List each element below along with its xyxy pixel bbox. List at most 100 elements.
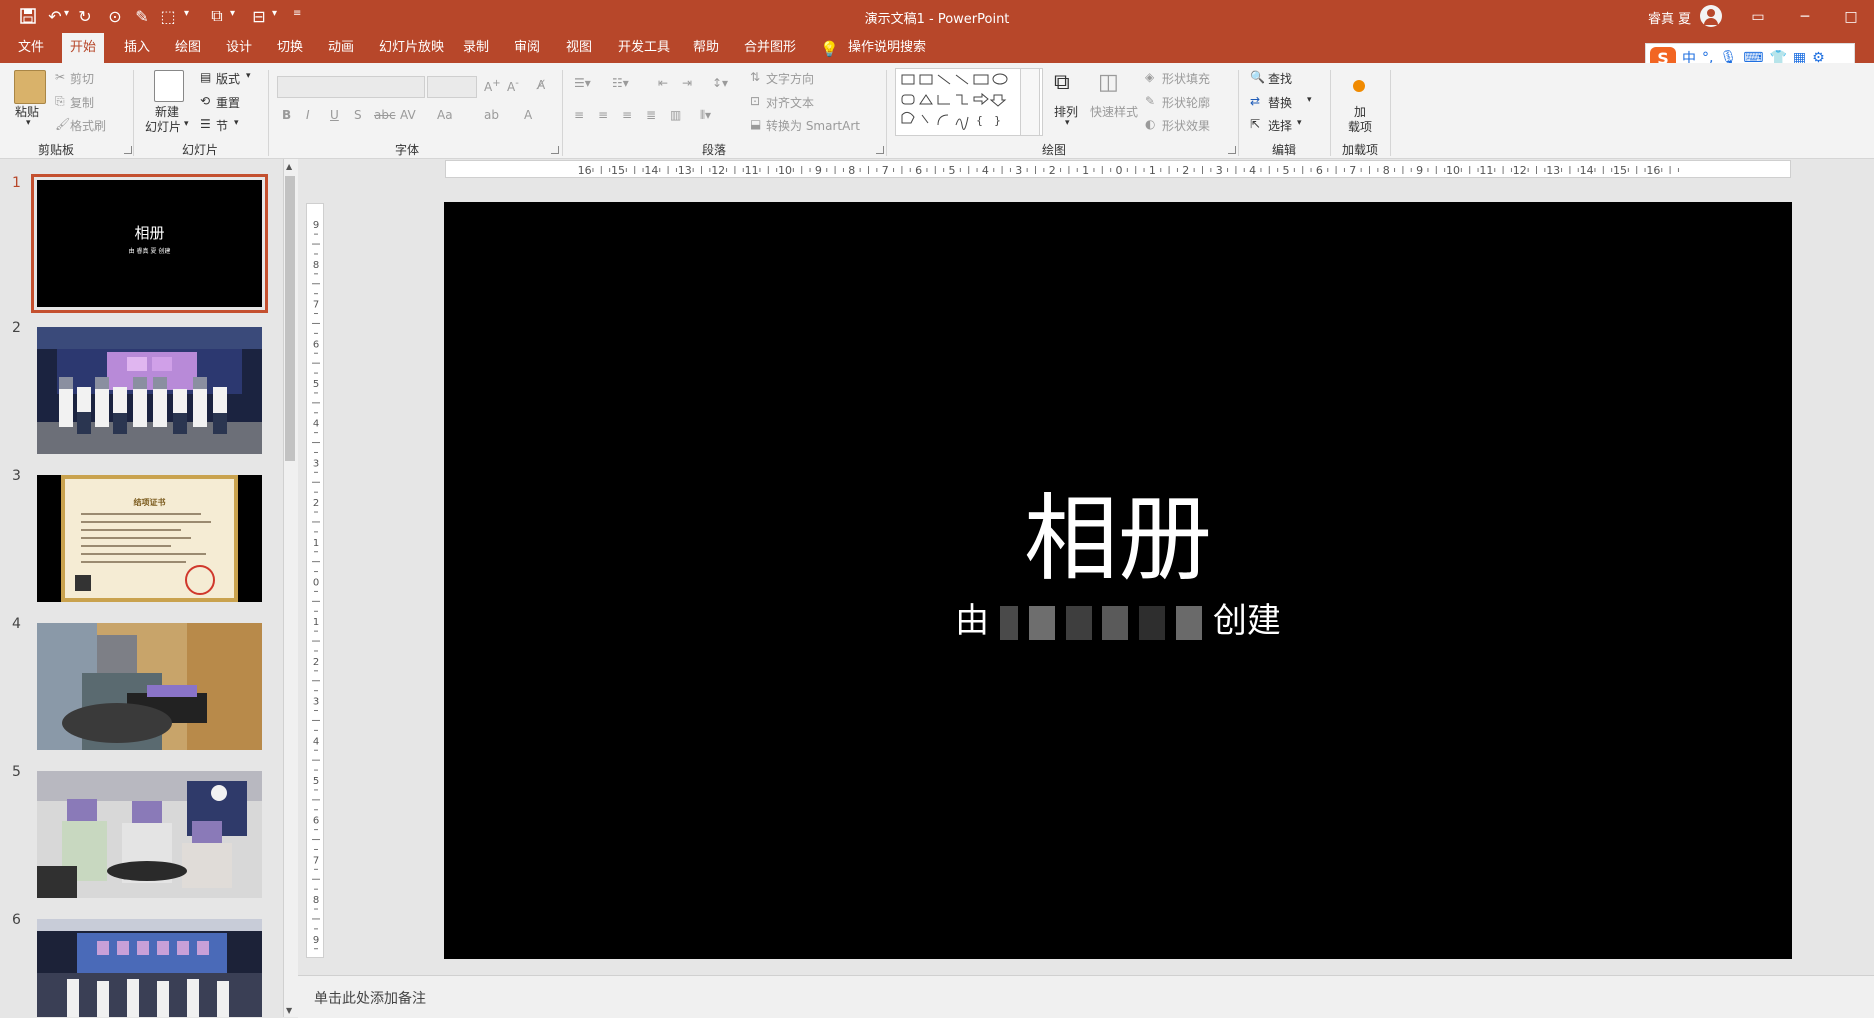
paste-icon[interactable] xyxy=(14,70,46,104)
font-size-input[interactable] xyxy=(427,76,477,98)
tab-file[interactable]: 文件 xyxy=(10,33,52,63)
tab-transitions[interactable]: 切换 xyxy=(269,33,311,63)
group-label-editing: 编辑 xyxy=(1272,143,1297,157)
shapes-more-icon[interactable] xyxy=(1020,68,1040,136)
slide-thumbnail-4[interactable] xyxy=(37,623,262,750)
select-dropdown-icon[interactable]: ▾ xyxy=(1297,118,1302,128)
line-spacing-icon: ↕▾ xyxy=(712,76,729,90)
arrange-icon[interactable]: ⧉ xyxy=(1054,70,1070,95)
tab-developer[interactable]: 开发工具 xyxy=(610,33,678,63)
tab-view[interactable]: 视图 xyxy=(558,33,600,63)
group-separator xyxy=(1238,70,1239,156)
tab-draw[interactable]: 绘图 xyxy=(167,33,209,63)
scrollbar-thumb[interactable] xyxy=(285,176,295,461)
slide-thumbnail-3[interactable]: 结项证书 xyxy=(37,475,262,602)
slide-thumbnail-5[interactable] xyxy=(37,771,262,898)
slide-subtitle-placeholder[interactable]: 由 创建 xyxy=(444,599,1792,643)
ruler-label: 1 xyxy=(313,617,319,628)
ruler-label: 8 xyxy=(848,164,855,177)
addins-label-2[interactable]: 载项 xyxy=(1348,118,1372,135)
slide-thumbnail-2[interactable] xyxy=(37,327,262,454)
notes-pane[interactable]: 单击此处添加备注 xyxy=(298,975,1874,1018)
paste-dropdown-icon[interactable]: ▾ xyxy=(26,118,31,128)
ribbon-display-options-icon[interactable]: ▭ xyxy=(1733,0,1783,33)
font-launcher-icon[interactable] xyxy=(551,146,559,154)
ruler-label: 5 xyxy=(949,164,956,177)
thumb-subtitle: 由 睿真 夏 创建 xyxy=(128,248,171,255)
columns-icon: ⫴▾ xyxy=(700,108,712,122)
layout-dropdown-icon[interactable]: ▾ xyxy=(246,71,251,81)
tab-animations[interactable]: 动画 xyxy=(320,33,362,63)
red-seal-icon xyxy=(185,565,215,595)
notes-placeholder[interactable]: 单击此处添加备注 xyxy=(314,988,426,1008)
paragraph-launcher-icon[interactable] xyxy=(876,146,884,154)
slide-number: 1 xyxy=(12,175,21,191)
layout-icon[interactable]: ▤ xyxy=(200,70,211,84)
tab-home[interactable]: 开始 xyxy=(62,33,105,63)
scroll-up-icon[interactable]: ▲ xyxy=(286,162,292,171)
tab-record[interactable]: 录制 xyxy=(455,33,497,63)
new-slide-label-2[interactable]: 幻灯片 xyxy=(145,118,181,135)
tab-help[interactable]: 帮助 xyxy=(685,33,727,63)
copy-label: 复制 xyxy=(70,96,95,110)
slide-number: 3 xyxy=(12,468,21,484)
ruler-label: 14 xyxy=(1580,164,1594,177)
clipboard-launcher-icon[interactable] xyxy=(124,146,132,154)
thumb-title: 相册 xyxy=(134,224,165,242)
slide-thumbnail-6[interactable] xyxy=(37,919,262,1017)
tab-slideshow[interactable]: 幻灯片放映 xyxy=(371,33,452,63)
slide-thumbnail-1[interactable]: 相册 由 睿真 夏 创建 xyxy=(31,174,268,313)
group-separator xyxy=(1330,70,1331,156)
ruler-label: 3 xyxy=(313,697,319,708)
replace-dropdown-icon[interactable]: ▾ xyxy=(1307,95,1312,105)
group-label-addins: 加载项 xyxy=(1342,143,1379,157)
drawing-launcher-icon[interactable] xyxy=(1228,146,1236,154)
font-name-input[interactable] xyxy=(277,76,425,98)
format-painter-label: 格式刷 xyxy=(70,119,107,133)
replace-icon[interactable]: ⇄ xyxy=(1250,94,1260,108)
new-slide-dropdown-icon[interactable]: ▾ xyxy=(184,119,189,129)
lightbulb-icon: 💡 xyxy=(820,40,839,58)
format-painter-icon: 🖌 xyxy=(55,117,71,131)
ruler-label: 9 xyxy=(815,164,822,177)
find-button[interactable]: 查找 xyxy=(1268,70,1292,87)
replace-button[interactable]: 替换 xyxy=(1268,94,1292,111)
ruler-label: 12 xyxy=(711,164,725,177)
tab-insert[interactable]: 插入 xyxy=(116,33,158,63)
select-icon[interactable]: ⇱ xyxy=(1250,117,1260,131)
vertical-ruler[interactable]: 9 8 7 6 5 4 3 2 1 0 1 2 3 4 5 6 7 8 9 xyxy=(306,203,324,958)
subtitle-suffix: 创建 xyxy=(1212,601,1281,641)
tab-merge-shapes[interactable]: 合并图形 xyxy=(736,33,804,63)
ruler-label: 2 xyxy=(1049,164,1056,177)
find-icon[interactable]: 🔍 xyxy=(1250,70,1265,84)
text-direction-icon: ⇅ xyxy=(750,70,761,84)
section-icon[interactable]: ☰ xyxy=(200,117,211,131)
user-name[interactable]: 睿真 夏 xyxy=(1648,8,1691,27)
cut-label: 剪切 xyxy=(70,72,95,86)
ruler-label: 15 xyxy=(1613,164,1627,177)
horizontal-ruler[interactable]: 16 15 14 13 12 11 10 9 8 7 6 5 4 3 2 1 0 1 2 3 4 5 6 7 8 9 10 11 12 1… xyxy=(445,160,1791,178)
maximize-icon[interactable]: □ xyxy=(1826,0,1874,33)
avatar[interactable] xyxy=(1700,5,1722,27)
shape-effects-icon: ◐ xyxy=(1145,117,1156,131)
minimize-icon[interactable]: ─ xyxy=(1780,0,1830,33)
redacted-name-block xyxy=(1028,605,1055,640)
section-dropdown-icon[interactable]: ▾ xyxy=(234,118,239,128)
slide-title-placeholder[interactable]: 相册 xyxy=(444,485,1792,595)
layout-button[interactable]: 版式 xyxy=(216,70,240,87)
addins-icon[interactable] xyxy=(1353,80,1365,92)
new-slide-icon[interactable] xyxy=(154,70,184,102)
slide-number: 5 xyxy=(12,764,21,780)
tell-me-search[interactable]: 操作说明搜索 xyxy=(840,33,934,63)
ruler-label: 4 xyxy=(1249,164,1256,177)
select-button[interactable]: 选择 xyxy=(1268,117,1292,134)
reset-icon[interactable]: ⟲ xyxy=(200,94,210,108)
arrange-dropdown-icon[interactable]: ▾ xyxy=(1065,118,1070,128)
scroll-down-icon[interactable]: ▼ xyxy=(286,1006,292,1015)
tab-review[interactable]: 审阅 xyxy=(506,33,548,63)
tab-design[interactable]: 设计 xyxy=(218,33,260,63)
section-button[interactable]: 节 xyxy=(216,117,228,134)
smartart-icon: ⬓ xyxy=(750,117,762,131)
reset-button[interactable]: 重置 xyxy=(216,94,240,111)
current-slide-canvas[interactable]: 相册 由 创建 xyxy=(444,202,1792,959)
